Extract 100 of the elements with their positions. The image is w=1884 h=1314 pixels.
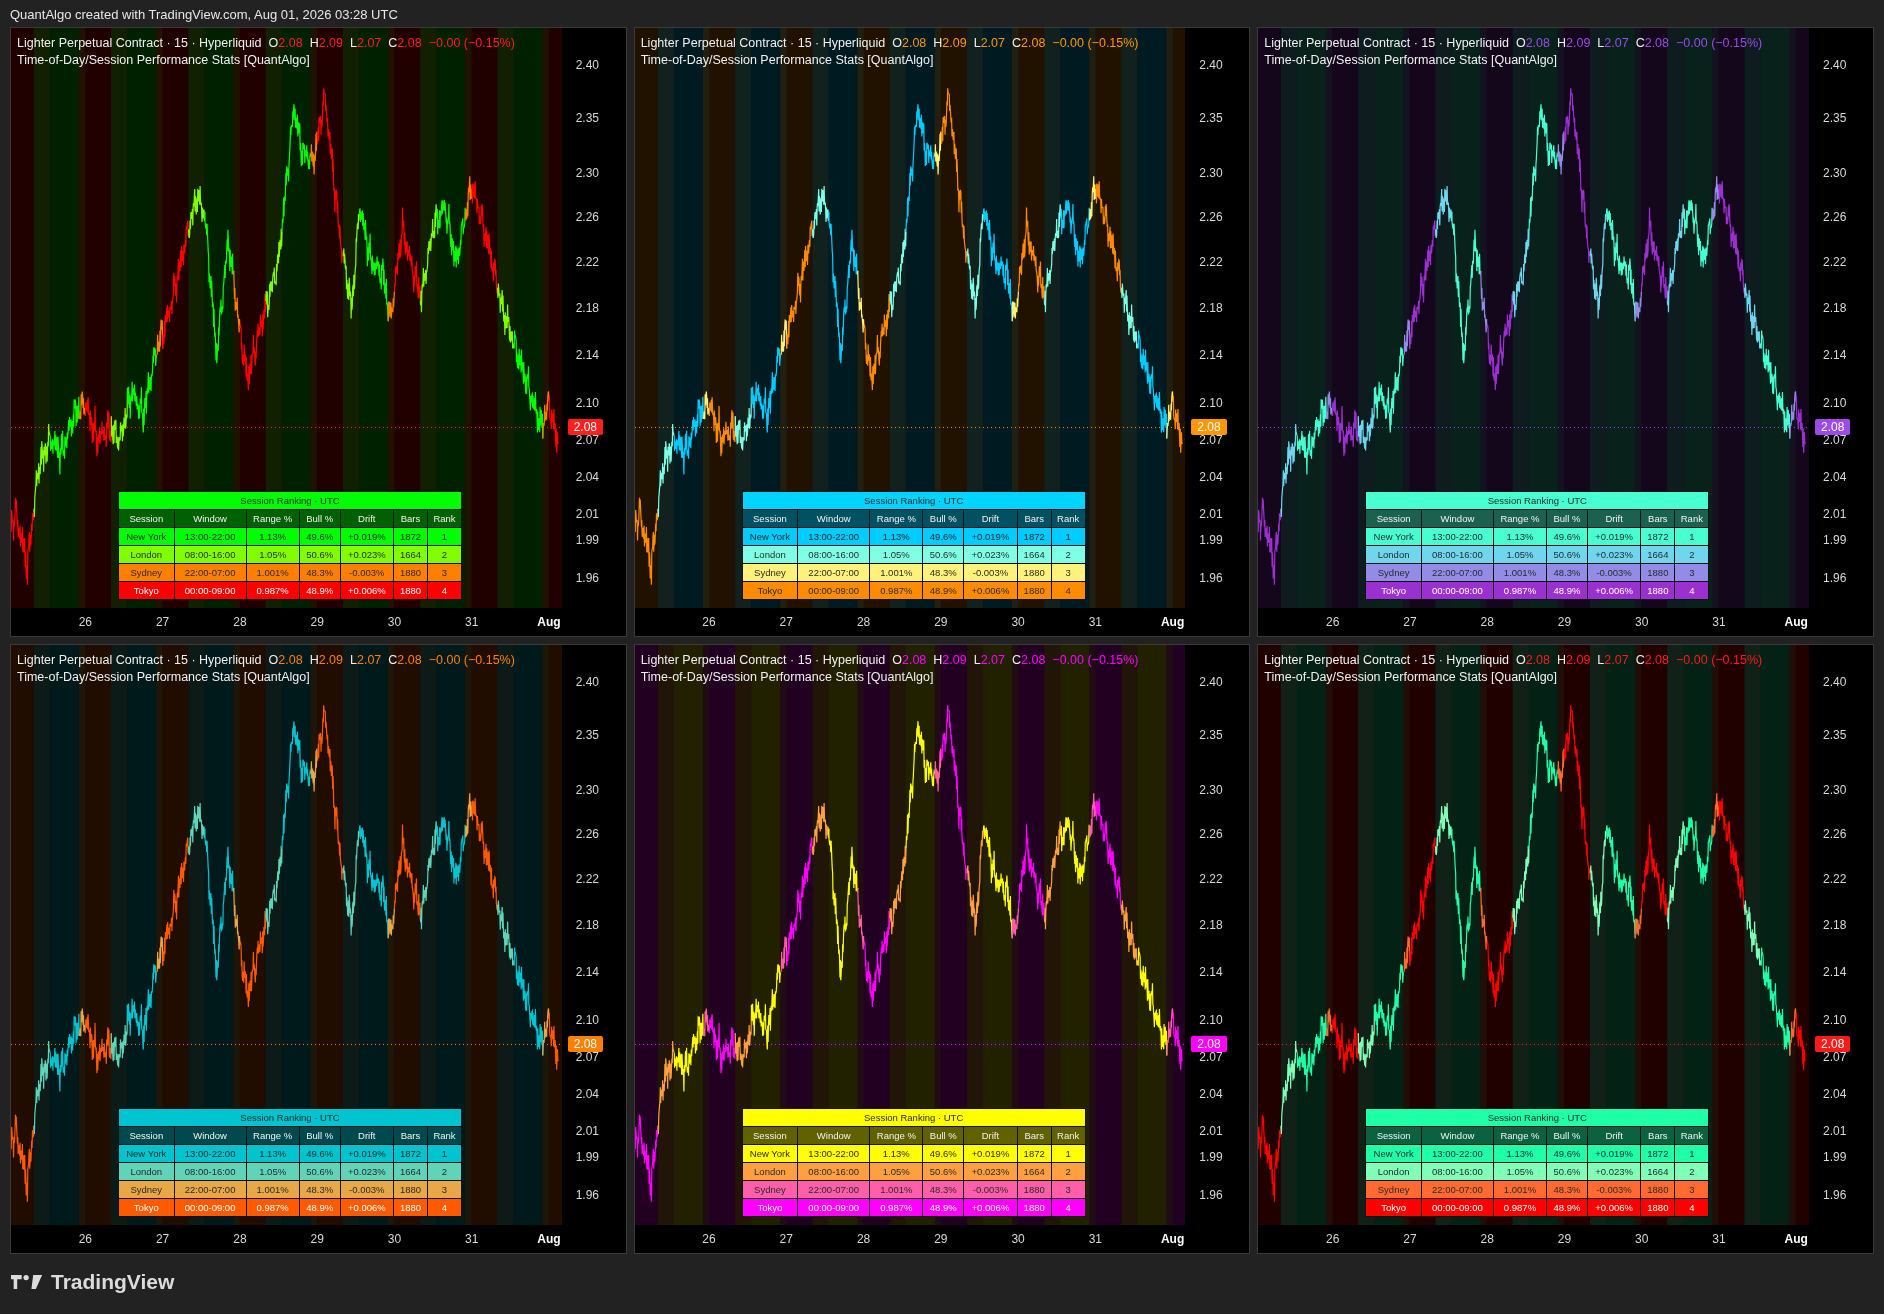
table-cell: 1872	[1640, 1144, 1675, 1163]
column-header: Range %	[1493, 1126, 1547, 1145]
table-cell: 4	[1674, 1198, 1709, 1217]
table-cell: Tokyo	[1365, 581, 1422, 600]
price-label: 2.01	[575, 1124, 599, 1139]
price-label: 2.04	[1823, 469, 1847, 484]
last-price-tag: 2.08	[567, 419, 603, 436]
table-cell: 49.6%	[1546, 527, 1588, 546]
ohlc-value: O2.08	[1515, 35, 1550, 52]
table-cell: 48.9%	[1546, 581, 1588, 600]
column-header: Rank	[427, 509, 462, 528]
table-cell: 08:00-16:00	[797, 1162, 870, 1181]
table-cell: New York	[742, 527, 798, 546]
price-label: 2.01	[1199, 1124, 1223, 1139]
price-label: 2.18	[575, 918, 599, 933]
table-cell: -0.003%	[963, 563, 1018, 582]
last-price-tag: 2.08	[1191, 419, 1227, 436]
table-cell: 00:00-09:00	[797, 581, 870, 600]
price-label: 2.18	[1199, 918, 1223, 933]
table-cell: Sydney	[1365, 563, 1422, 582]
date-label: 28	[856, 1232, 871, 1246]
table-cell: 1664	[1640, 1162, 1675, 1181]
table-cell: 08:00-16:00	[174, 1162, 247, 1181]
price-label: 2.35	[1823, 728, 1847, 743]
last-price-tag: 2.08	[1815, 419, 1851, 436]
column-header: Window	[174, 1126, 247, 1145]
column-header: Bars	[1640, 1126, 1675, 1145]
price-label: 2.35	[1823, 111, 1847, 126]
price-label: 2.01	[1823, 507, 1847, 522]
table-cell: 2	[1051, 1162, 1086, 1181]
price-label: 2.30	[1823, 165, 1847, 180]
price-label: 2.04	[1199, 1086, 1223, 1101]
ohlc-value: C2.08	[1012, 35, 1046, 52]
table-cell: 0.987%	[246, 581, 300, 600]
ohlc-value: O2.08	[268, 35, 303, 52]
ohlc-value: C2.08	[1012, 652, 1046, 669]
column-header: Rank	[1674, 1126, 1709, 1145]
table-cell: New York	[1365, 1144, 1422, 1163]
table-cell: 1.001%	[1493, 1180, 1547, 1199]
column-header: Session	[742, 1126, 798, 1145]
column-header: Session	[118, 509, 175, 528]
table-cell: 1	[427, 527, 462, 546]
date-label: 30	[1635, 1232, 1649, 1246]
table-cell: +0.019%	[1587, 1144, 1641, 1163]
price-label: 2.10	[1199, 1013, 1223, 1028]
column-header: Drift	[963, 1126, 1018, 1145]
table-cell: 4	[427, 581, 462, 600]
table-cell: 48.9%	[922, 1198, 964, 1217]
table-cell: 2	[427, 545, 462, 564]
table-cell: 1880	[393, 1180, 428, 1199]
table-cell: 1.05%	[1493, 1162, 1547, 1181]
ohlc-value: L2.07	[350, 35, 382, 52]
date-label: Aug	[537, 615, 561, 629]
table-cell: 13:00-22:00	[797, 527, 870, 546]
table-cell: 1664	[393, 1162, 428, 1181]
price-label: 1.99	[1199, 532, 1223, 547]
column-header: Window	[797, 509, 870, 528]
table-cell: London	[742, 1162, 798, 1181]
price-label: 2.14	[1199, 348, 1223, 363]
table-cell: 1.001%	[246, 563, 300, 582]
ohlc-value: C2.08	[388, 652, 422, 669]
table-cell: 0.987%	[1493, 581, 1547, 600]
column-header: Bull %	[922, 509, 964, 528]
table-cell: 1.05%	[246, 545, 300, 564]
price-label: 2.30	[1199, 782, 1223, 797]
table-cell: 00:00-09:00	[797, 1198, 870, 1217]
table-cell: 22:00-07:00	[1421, 1180, 1494, 1199]
ohlc-value: C2.08	[1635, 652, 1670, 669]
table-cell: 1	[427, 1144, 462, 1163]
column-header: Bull %	[299, 509, 341, 528]
price-label: 2.14	[1823, 965, 1847, 980]
table-cell: 1664	[1017, 545, 1052, 564]
price-label: 2.22	[1199, 872, 1223, 887]
column-header: Session	[118, 1126, 175, 1145]
column-header: Drift	[963, 509, 1018, 528]
column-header: Bull %	[922, 1126, 964, 1145]
price-label: 2.35	[1199, 111, 1223, 126]
table-cell: 2	[1674, 1162, 1709, 1181]
table-cell: +0.006%	[1587, 1198, 1641, 1217]
price-label: 2.04	[575, 1086, 599, 1101]
last-price-tag: 2.08	[1815, 1036, 1851, 1053]
date-label: 28	[233, 1232, 247, 1246]
date-label: 29	[1557, 615, 1572, 629]
price-label: 2.22	[575, 255, 599, 270]
price-label: 1.96	[1823, 1188, 1847, 1203]
table-cell: New York	[118, 1144, 175, 1163]
table-cell: 50.6%	[922, 545, 964, 564]
ohlc-value: H2.09	[933, 652, 967, 669]
ohlc-value: C2.08	[1635, 35, 1670, 52]
date-label: 29	[934, 1232, 948, 1246]
price-label: 2.26	[1823, 827, 1847, 842]
table-cell: London	[118, 545, 175, 564]
price-label: 1.99	[1199, 1149, 1223, 1164]
price-label: 2.04	[1823, 1086, 1847, 1101]
table-cell: -0.003%	[1587, 1180, 1641, 1199]
table-cell: 49.6%	[1546, 1144, 1588, 1163]
date-label: Aug	[1784, 615, 1808, 629]
date-label: 30	[387, 1232, 402, 1246]
table-cell: +0.023%	[340, 1162, 394, 1181]
column-header: Session	[1365, 509, 1422, 528]
